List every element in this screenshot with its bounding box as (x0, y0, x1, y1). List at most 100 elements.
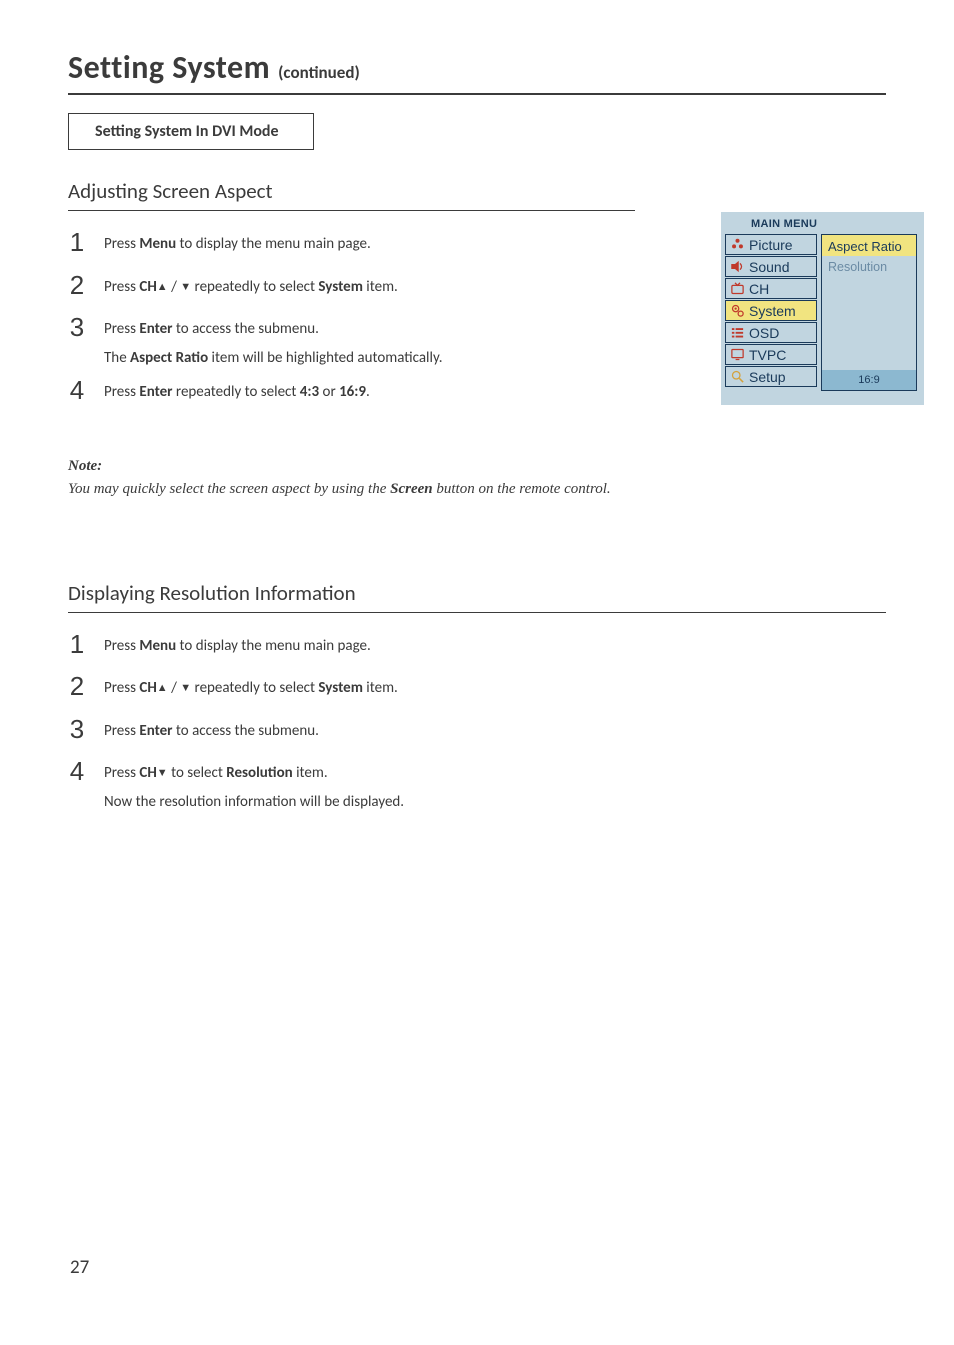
osd-item-system: System (725, 300, 817, 321)
text: button on the remote control. (433, 481, 611, 497)
osd-body: Picture Sound CH (721, 234, 924, 395)
down-arrow-icon: ▼ (157, 766, 168, 779)
text: Press (104, 278, 139, 296)
osd-item-osd: OSD (725, 322, 817, 343)
page-title-continued: (continued) (278, 62, 360, 83)
text: to access the submenu. (173, 320, 319, 338)
picture-icon (729, 237, 745, 253)
step-number: 1 (68, 631, 86, 657)
step-number: 3 (68, 314, 86, 340)
title-divider (68, 93, 886, 95)
osd-main-menu: MAIN MENU Picture Sound (721, 212, 924, 405)
osd-right-item-resolution: Resolution (822, 256, 916, 276)
osd-right-panel: Aspect Ratio Resolution 16:9 (821, 234, 917, 391)
text-bold: CH (139, 764, 156, 782)
text: Press (104, 320, 139, 338)
text: to display the menu main page. (176, 235, 371, 253)
text: repeatedly to select (191, 679, 318, 697)
text: repeatedly to select (191, 278, 318, 296)
osd-item-label: OSD (749, 325, 779, 341)
osd-item-label: CH (749, 281, 769, 297)
text: to access the submenu. (173, 722, 319, 740)
text-bold: Enter (139, 383, 172, 401)
section-divider (68, 210, 635, 211)
steps-list: 1 Press Menu to display the menu main pa… (68, 633, 886, 814)
osd-item-label: Sound (749, 259, 789, 275)
osd-item-tvpc: TVPC (725, 344, 817, 365)
tv-icon (729, 281, 745, 297)
osd-item-picture: Picture (725, 234, 817, 255)
osd-item-ch: CH (725, 278, 817, 299)
step-body: Press CH▼ to select Resolution item. Now… (104, 760, 404, 813)
text-bold: Enter (139, 722, 172, 740)
text: item will be highlighted automatically. (208, 349, 442, 367)
step-body: Press Enter to access the submenu. (104, 718, 319, 743)
page: Setting System (continued) Setting Syste… (0, 0, 954, 1345)
text-bold: Aspect Ratio (130, 349, 208, 367)
osd-item-sound: Sound (725, 256, 817, 277)
text: Press (104, 235, 139, 253)
text-bold: System (318, 278, 362, 296)
osd-item-label: TVPC (749, 347, 786, 363)
osd-right-item-aspect-ratio: Aspect Ratio (822, 235, 916, 256)
step: 2 Press CH▲ / ▼ repeatedly to select Sys… (68, 675, 886, 700)
text: repeatedly to select (173, 383, 300, 401)
step-line2: The Aspect Ratio item will be highlighte… (104, 347, 443, 370)
note-text: You may quickly select the screen aspect… (68, 481, 886, 498)
osd-item-label: Picture (749, 237, 793, 253)
text: / (168, 679, 181, 697)
down-arrow-icon: ▼ (180, 280, 191, 293)
step-body: Press CH▲ / ▼ repeatedly to select Syste… (104, 675, 398, 700)
step-body: Press Menu to display the menu main page… (104, 633, 371, 658)
text: to display the menu main page. (176, 637, 371, 655)
text-bold: CH (139, 278, 156, 296)
step-number: 4 (68, 758, 86, 784)
text: item. (363, 278, 398, 296)
text-bold: 4:3 (300, 383, 319, 401)
section-heading: Displaying Resolution Information (68, 580, 886, 606)
text: Press (104, 679, 139, 697)
list-icon (729, 325, 745, 341)
step-number: 2 (68, 272, 86, 298)
text: Press (104, 722, 139, 740)
note-label: Note: (68, 458, 886, 475)
step: 1 Press Menu to display the menu main pa… (68, 633, 886, 658)
step-line2: Now the resolution information will be d… (104, 791, 404, 814)
text: item. (293, 764, 328, 782)
osd-item-label: Setup (749, 369, 786, 385)
text-bold: Enter (139, 320, 172, 338)
section-heading: Adjusting Screen Aspect (68, 178, 886, 204)
step-number: 4 (68, 377, 86, 403)
osd-title: MAIN MENU (721, 212, 924, 234)
osd-left-column: Picture Sound CH (725, 234, 817, 391)
step: 4 Press CH▼ to select Resolution item. N… (68, 760, 886, 813)
text: The (104, 349, 130, 367)
magnifier-icon (729, 369, 745, 385)
text-bold: 16:9 (339, 383, 366, 401)
text: / (168, 278, 181, 296)
text: or (319, 383, 339, 401)
page-title: Setting System (68, 48, 270, 87)
text-bold: CH (139, 679, 156, 697)
up-arrow-icon: ▲ (157, 681, 168, 694)
osd-item-setup: Setup (725, 366, 817, 387)
mode-box: Setting System In DVI Mode (68, 113, 314, 150)
text-bold: System (318, 679, 362, 697)
step-number: 3 (68, 716, 86, 742)
page-title-line: Setting System (continued) (68, 48, 886, 87)
osd-footer-value: 16:9 (822, 370, 916, 390)
step: 3 Press Enter to access the submenu. (68, 718, 886, 743)
sound-icon (729, 259, 745, 275)
step-body: Press Menu to display the menu main page… (104, 231, 371, 256)
step-body: Press Enter repeatedly to select 4:3 or … (104, 379, 370, 404)
text: item. (363, 679, 398, 697)
down-arrow-icon: ▼ (180, 681, 191, 694)
up-arrow-icon: ▲ (157, 280, 168, 293)
note-block: Note: You may quickly select the screen … (68, 458, 886, 498)
text-bold: Menu (139, 235, 176, 253)
section-divider (68, 612, 886, 613)
osd-item-label: System (749, 303, 796, 319)
step-number: 2 (68, 673, 86, 699)
step-body: Press CH▲ / ▼ repeatedly to select Syste… (104, 274, 398, 299)
monitor-icon (729, 347, 745, 363)
